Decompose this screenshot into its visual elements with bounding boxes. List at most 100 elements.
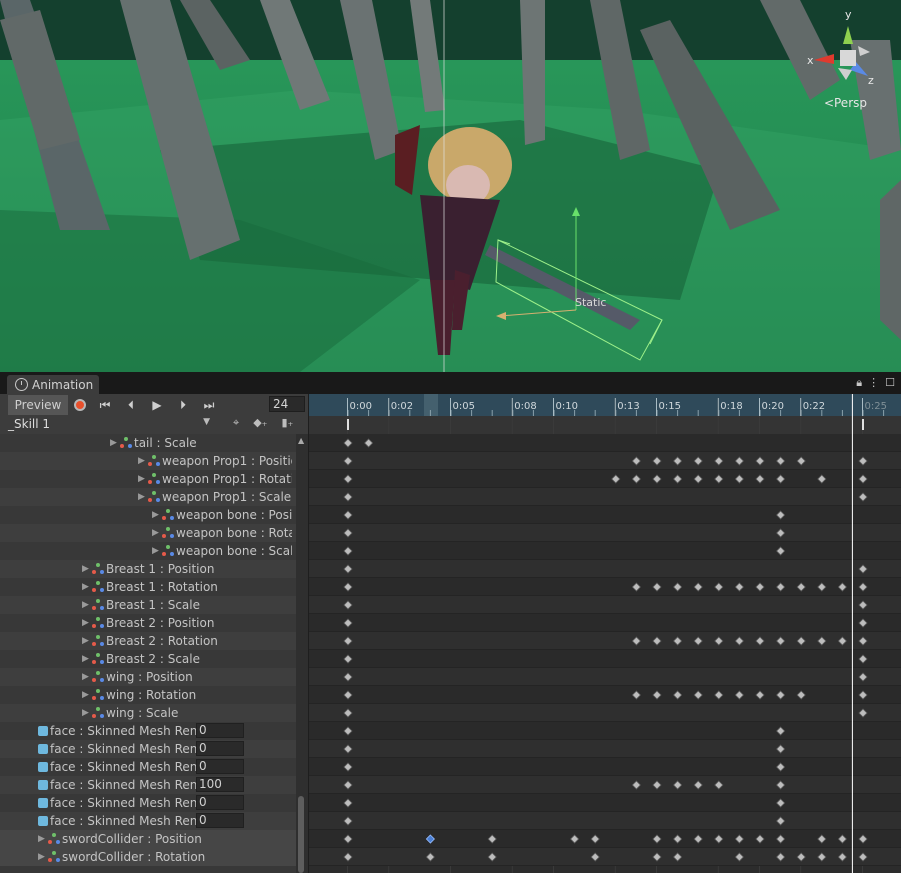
property-label: Breast 2 : Scale [106,652,201,666]
expand-triangle-icon[interactable]: ▶ [110,438,120,448]
property-row[interactable]: ▶ Breast 2 : Position [0,614,308,632]
tab-animation-label: Animation [32,377,94,392]
property-row[interactable]: ▶ wing : Position [0,668,308,686]
property-row[interactable]: ▶ Breast 2 : Rotation [0,632,308,650]
dopesheet-row [309,722,901,740]
window-tab-bar [0,372,901,394]
property-row[interactable]: ▶ weapon bone : Scale [0,542,308,560]
property-scrollbar[interactable]: ▲ [296,434,308,873]
expand-triangle-icon[interactable]: ▶ [82,618,92,628]
property-row[interactable]: ▶ Breast 2 : Scale [0,650,308,668]
last-key-button[interactable]: ⏭ [196,395,222,415]
property-value-field[interactable]: 0 [196,813,244,828]
scene-viewport[interactable]: y x z <Persp Static [0,0,901,372]
expand-triangle-icon[interactable]: ▶ [82,708,92,718]
property-list: ▶ tail : Scale ▶ weapon Prop1 : Position ▶ we… [0,434,308,873]
property-label: swordCollider : Position [62,832,202,846]
property-label: Breast 1 : Rotation [106,580,218,594]
expand-triangle-icon[interactable]: ▶ [138,456,148,466]
first-key-button[interactable]: ⏮ [92,395,118,415]
skip-start-icon: ⏮ [99,397,111,412]
property-label: wing : Position [106,670,193,684]
property-row[interactable]: ▶ weapon Prop1 : Rotation [0,470,308,488]
property-row[interactable]: ▶ wing : Rotation [0,686,308,704]
animation-toolbar: Preview ⏮ ⏴︎ ▶ ⏵︎ ⏭ [0,394,308,417]
time-tick-label: 0:15 [659,401,681,412]
static-label: Static [575,296,607,309]
expand-triangle-icon[interactable]: ▶ [152,546,162,556]
property-value-field[interactable]: 0 [196,723,244,738]
property-label: face : Skinned Mesh Renderer [50,814,196,828]
property-row[interactable]: ▶ wing : Scale [0,704,308,722]
property-row[interactable]: ▶ tail : Scale [0,434,308,452]
next-key-button[interactable]: ⏵︎ [170,395,196,415]
property-row[interactable]: ▶ weapon bone : Rotation [0,524,308,542]
time-tick-label: 0:00 [350,401,372,412]
previous-key-button[interactable]: ⏴︎ [118,395,144,415]
expand-triangle-icon[interactable]: ▶ [138,474,148,484]
play-button[interactable]: ▶ [144,395,170,415]
expand-triangle-icon[interactable]: ▶ [138,492,148,502]
frame-field[interactable]: 24 [269,396,305,412]
property-row[interactable]: ▶ swordCollider : Rotation [0,848,308,866]
property-row[interactable]: face : Skinned Mesh Renderer0 [0,722,308,740]
menu-dots-icon[interactable]: ⋮ [868,376,879,390]
clip-name: _Skill 1 [8,417,51,431]
property-row[interactable]: face : Skinned Mesh Renderer0 [0,758,308,776]
clip-dropdown[interactable]: _Skill 1 ▼ [8,417,210,433]
property-row[interactable]: face : Skinned Mesh Renderer0 [0,740,308,758]
time-tick-label: 0:22 [803,401,825,412]
expand-triangle-icon[interactable]: ▶ [152,510,162,520]
time-tick-label: 0:05 [453,401,475,412]
maximize-icon[interactable]: ☐ [885,376,895,390]
expand-triangle-icon[interactable]: ▶ [82,654,92,664]
property-value-field[interactable]: 0 [196,759,244,774]
expand-triangle-icon[interactable]: ▶ [82,582,92,592]
preview-button[interactable]: Preview [8,395,68,415]
transform-icon [92,581,104,593]
property-row[interactable]: ▶ swordCollider : Position [0,830,308,848]
event-marker [347,419,349,430]
expand-triangle-icon[interactable]: ▶ [82,564,92,574]
property-row[interactable]: ▶ Breast 1 : Position [0,560,308,578]
expand-triangle-icon[interactable]: ▶ [38,834,48,844]
dopesheet-row [309,596,901,614]
property-row[interactable]: face : Skinned Mesh Renderer0 [0,812,308,830]
property-row[interactable]: ▶ weapon bone : Position [0,506,308,524]
property-value-field[interactable]: 100 [196,777,244,792]
filter-keys-icon[interactable]: ⌖ [233,416,239,430]
tab-animation[interactable]: Animation [7,375,99,394]
property-row[interactable]: ▶ Breast 1 : Rotation [0,578,308,596]
property-value-field[interactable]: 0 [196,741,244,756]
expand-triangle-icon[interactable]: ▶ [82,672,92,682]
expand-triangle-icon[interactable]: ▶ [38,852,48,862]
dopesheet[interactable]: 0:00 0:02 0:05 0:08 0:10 0:13 0:15 0:18 0:20 0:22… [309,394,901,873]
transform-icon [92,617,104,629]
dopesheet-row [309,830,901,848]
expand-triangle-icon[interactable]: ▶ [152,528,162,538]
record-button[interactable] [68,395,92,415]
property-row[interactable]: ▶ weapon Prop1 : Position [0,452,308,470]
transform-icon [92,671,104,683]
transform-icon [148,491,160,503]
property-row[interactable]: face : Skinned Mesh Renderer100 [0,776,308,794]
scrollbar-thumb[interactable] [298,796,304,873]
expand-triangle-icon[interactable]: ▶ [82,600,92,610]
projection-toggle[interactable]: <Persp [824,96,867,110]
property-label: Breast 1 : Position [106,562,215,576]
dopesheet-row [309,488,901,506]
add-keyframe-icon[interactable]: ◆₊ [253,416,267,430]
expand-triangle-icon[interactable]: ▶ [82,690,92,700]
step-back-icon: ⏴︎ [127,397,134,412]
add-event-icon[interactable]: ▮₊ [281,416,293,430]
dopesheet-row [309,668,901,686]
gizmo-y-label: y [845,8,852,21]
property-label: weapon bone : Rotation [176,526,292,540]
property-row[interactable]: ▶ Breast 1 : Scale [0,596,308,614]
property-value-field[interactable]: 0 [196,795,244,810]
property-row[interactable]: ▶ weapon Prop1 : Scale [0,488,308,506]
transform-icon [48,833,60,845]
expand-triangle-icon[interactable]: ▶ [82,636,92,646]
property-row[interactable]: face : Skinned Mesh Renderer0 [0,794,308,812]
lock-icon[interactable]: 🔒︎ [856,376,862,390]
